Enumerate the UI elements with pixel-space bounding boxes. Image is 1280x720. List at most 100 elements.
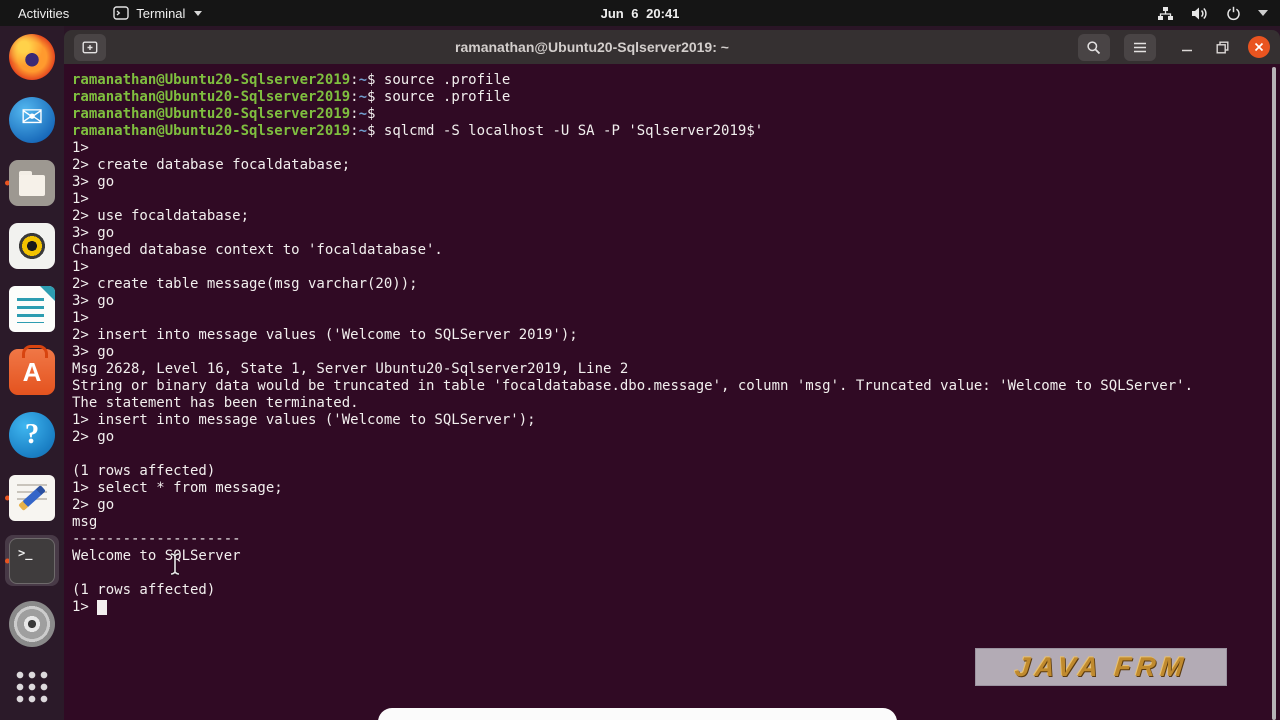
menu-button[interactable]	[1123, 33, 1156, 61]
terminal-scrollbar[interactable]	[1272, 67, 1276, 720]
terminal-line: 2> go	[72, 497, 1280, 514]
window-titlebar[interactable]: ramanathan@Ubuntu20-Sqlserver2019: ~	[64, 30, 1280, 64]
volume-icon	[1192, 7, 1207, 19]
dock-item-writer[interactable]	[5, 283, 59, 334]
terminal-text-segment: ~	[358, 72, 368, 88]
terminal-window: ramanathan@Ubuntu20-Sqlserver2019: ~ ram…	[64, 30, 1280, 720]
network-icon	[1158, 6, 1173, 20]
system-tray[interactable]	[1157, 6, 1268, 21]
terminal-line: String or binary data would be truncated…	[72, 378, 1280, 395]
terminal-text-segment: 2> insert into message values ('Welcome …	[72, 327, 578, 343]
maximize-button[interactable]	[1212, 36, 1234, 58]
terminal-app-icon	[113, 6, 129, 20]
terminal-line: 3> go	[72, 225, 1280, 242]
terminal-text-segment: $ source .profile	[367, 72, 511, 88]
terminal-text-segment: (1 rows affected)	[72, 582, 216, 598]
terminal-text-segment: Msg 2628, Level 16, State 1, Server Ubun…	[72, 361, 629, 377]
dock-item-terminal[interactable]	[5, 535, 59, 586]
dock-item-files[interactable]	[5, 157, 59, 208]
terminal-line: The statement has been terminated.	[72, 395, 1280, 412]
terminal-text-segment: (1 rows affected)	[72, 463, 216, 479]
terminal-text-segment: ramanathan@Ubuntu20-Sqlserver2019	[72, 72, 351, 88]
terminal-line: 2> insert into message values ('Welcome …	[72, 327, 1280, 344]
terminal-line: msg	[72, 514, 1280, 531]
terminal-line: 2> create database focaldatabase;	[72, 157, 1280, 174]
dock-item-disc[interactable]	[5, 598, 59, 649]
disc-icon	[9, 600, 55, 647]
terminal-line: 3> go	[72, 344, 1280, 361]
terminal-text-segment: String or binary data would be truncated…	[72, 378, 1194, 394]
terminal-text-segment: 1>	[72, 310, 89, 326]
terminal-text-segment: $	[367, 106, 376, 122]
top-bar: Activities Terminal Jun 6 20:41	[0, 0, 1280, 26]
watermark-badge: JAVA FRM	[975, 648, 1227, 686]
dock-item-help[interactable]	[5, 409, 59, 460]
terminal-line: ramanathan@Ubuntu20-Sqlserver2019:~$ sql…	[72, 123, 1280, 140]
bottom-popup-edge	[378, 708, 897, 720]
new-tab-button[interactable]	[74, 33, 106, 61]
terminal-cursor	[97, 600, 108, 615]
hamburger-menu-icon	[1133, 42, 1146, 52]
search-button[interactable]	[1077, 33, 1110, 61]
terminal-line: 1>	[72, 310, 1280, 327]
chevron-down-icon	[194, 10, 203, 16]
terminal-text-segment: Welcome to SQLServer	[72, 548, 241, 564]
terminal-text-segment: 3> go	[72, 344, 115, 360]
terminal-text-segment: The statement has been terminated.	[72, 395, 359, 411]
terminal-text-segment: ramanathan@Ubuntu20-Sqlserver2019	[72, 123, 351, 139]
watermark-text: JAVA FRM	[1012, 651, 1190, 682]
minimize-button[interactable]	[1176, 36, 1198, 58]
terminal-text-segment: Changed database context to 'focaldataba…	[72, 242, 443, 258]
close-button[interactable]	[1247, 36, 1270, 58]
terminal-text-segment: :	[350, 123, 359, 139]
close-icon	[1254, 42, 1264, 52]
terminal-text-segment: 2> go	[72, 429, 115, 445]
terminal-text-segment: 2> use focaldatabase;	[72, 208, 250, 224]
dock-item-firefox[interactable]	[5, 31, 59, 82]
ibeam-mouse-cursor	[170, 552, 180, 576]
terminal-text-segment: 2> create table message(msg varchar(20))…	[72, 276, 418, 292]
terminal-line: 2> use focaldatabase;	[72, 208, 1280, 225]
activities-button[interactable]: Activities	[14, 4, 73, 23]
terminal-text-segment: --------------------	[72, 531, 241, 547]
terminal-text-segment: 1> insert into message values ('Welcome …	[72, 412, 536, 428]
terminal-line: Changed database context to 'focaldataba…	[72, 242, 1280, 259]
terminal-body[interactable]: ramanathan@Ubuntu20-Sqlserver2019:~$ sou…	[64, 64, 1280, 720]
rhythmbox-icon	[9, 222, 55, 269]
terminal-line: 1>	[72, 191, 1280, 208]
terminal-output: ramanathan@Ubuntu20-Sqlserver2019:~$ sou…	[72, 72, 1280, 616]
terminal-line: 3> go	[72, 174, 1280, 191]
terminal-text-segment: ramanathan@Ubuntu20-Sqlserver2019	[72, 106, 351, 122]
terminal-line: ramanathan@Ubuntu20-Sqlserver2019:~$	[72, 106, 1280, 123]
gedit-icon	[9, 474, 55, 521]
dock-item-software[interactable]	[5, 344, 59, 397]
terminal-text-segment: 1>	[72, 191, 89, 207]
search-icon	[1087, 40, 1101, 54]
terminal-text-segment: $ sqlcmd -S localhost -U SA -P 'Sqlserve…	[367, 123, 764, 139]
terminal-text-segment: 3> go	[72, 225, 115, 241]
menu-chevron-icon	[1258, 9, 1268, 16]
terminal-line: (1 rows affected)	[72, 463, 1280, 480]
grid-icon	[9, 664, 55, 710]
dock-item-thunderbird[interactable]	[5, 94, 59, 145]
dock-item-gedit[interactable]	[5, 472, 59, 523]
software-icon	[9, 344, 55, 395]
dock-item-grid[interactable]	[5, 661, 59, 712]
terminal-text-segment: 2> create database focaldatabase;	[72, 157, 351, 173]
terminal-text-segment: ramanathan@Ubuntu20-Sqlserver2019	[72, 89, 351, 105]
app-menu[interactable]: Terminal	[113, 6, 203, 21]
terminal-icon	[9, 537, 55, 584]
clock[interactable]: Jun 6 20:41	[601, 6, 680, 21]
terminal-text-segment: 3> go	[72, 293, 115, 309]
dock-item-rhythmbox[interactable]	[5, 220, 59, 271]
terminal-line: Welcome to SQLServer	[72, 548, 1280, 565]
terminal-text-segment: :	[350, 72, 359, 88]
firefox-icon	[9, 33, 55, 80]
new-tab-icon	[82, 41, 98, 53]
files-icon	[9, 159, 55, 206]
window-title: ramanathan@Ubuntu20-Sqlserver2019: ~	[455, 39, 729, 55]
terminal-text-segment: 1>	[72, 259, 89, 275]
terminal-line: (1 rows affected)	[72, 582, 1280, 599]
